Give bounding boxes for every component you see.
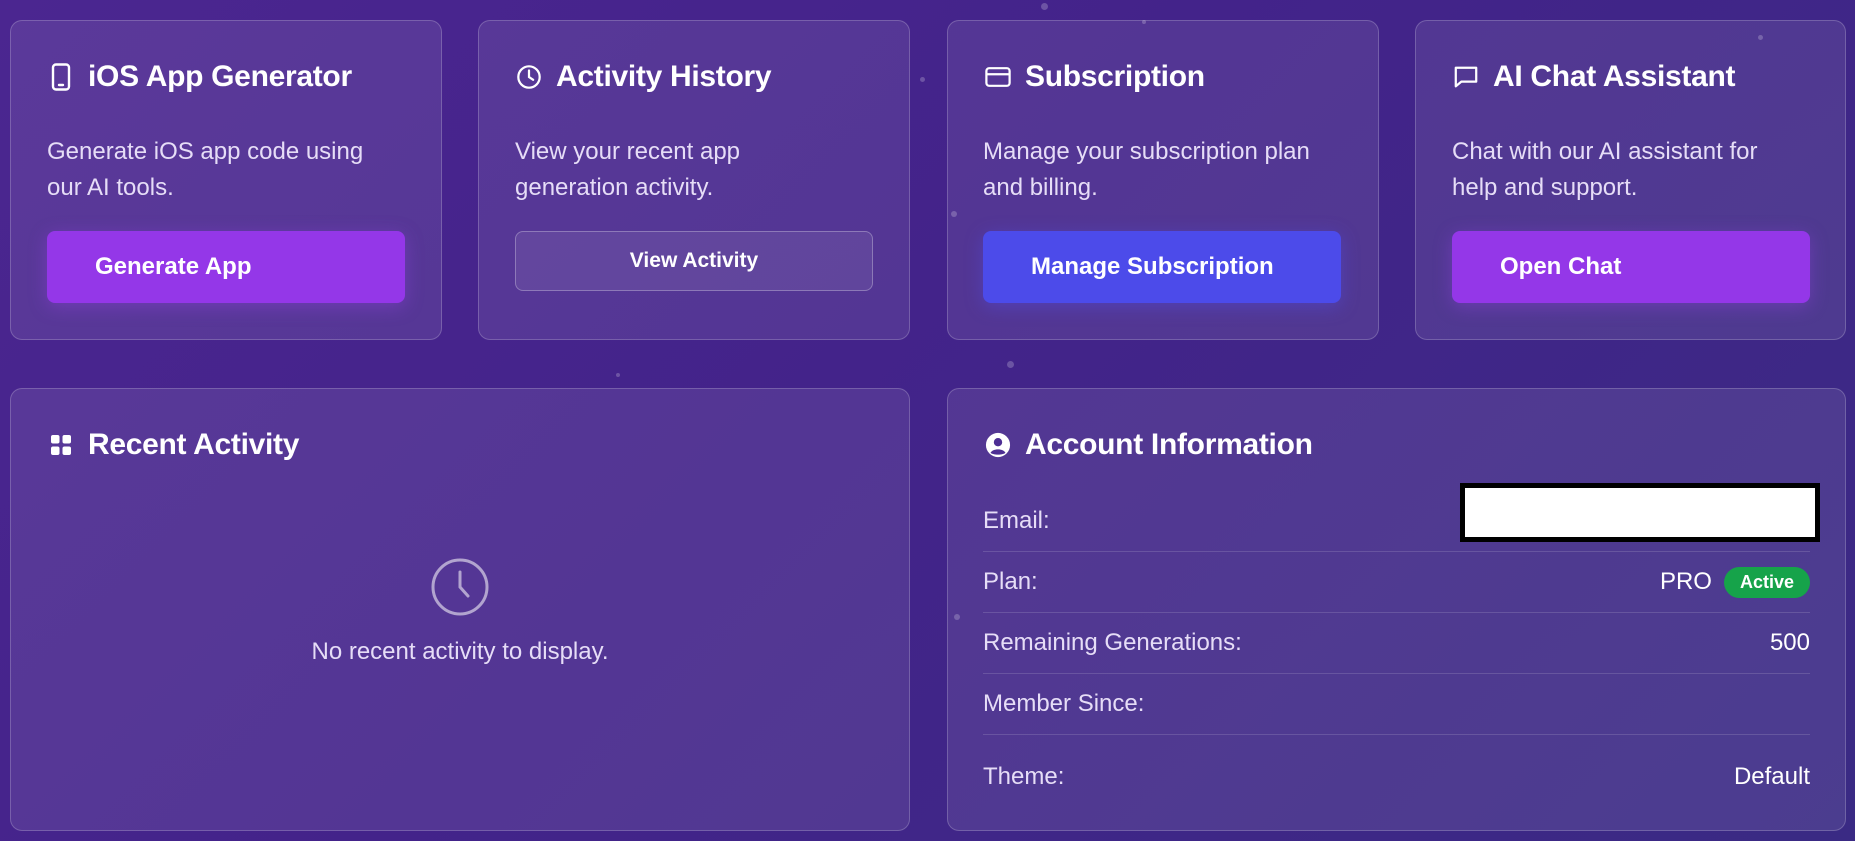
account-plan-row: Plan: PRO Active bbox=[983, 566, 1810, 598]
subscription-title: Subscription bbox=[985, 60, 1205, 94]
background-particle bbox=[1041, 3, 1048, 10]
credit-card-icon bbox=[985, 64, 1011, 90]
row-divider bbox=[983, 612, 1810, 613]
row-divider bbox=[983, 551, 1810, 552]
clock-icon bbox=[430, 557, 490, 622]
plan-value-group: PRO Active bbox=[1659, 566, 1810, 598]
background-particle bbox=[920, 77, 925, 82]
status-badge: Active bbox=[1723, 566, 1810, 598]
open-chat-button[interactable]: Open Chat bbox=[1452, 231, 1810, 303]
background-particle bbox=[1007, 361, 1014, 368]
member-since-label: Member Since: bbox=[983, 690, 1145, 717]
activity-history-description: View your recent app generation activity… bbox=[515, 138, 741, 201]
activity-history-title: Activity History bbox=[516, 60, 772, 94]
theme-value: Default bbox=[1733, 763, 1810, 790]
grid-icon bbox=[48, 432, 74, 458]
account-remaining-row: Remaining Generations: 500 bbox=[983, 627, 1810, 659]
ios-app-generator-description: Generate iOS app code using our AI tools… bbox=[47, 138, 364, 201]
background-particle bbox=[616, 373, 620, 377]
user-circle-icon bbox=[985, 432, 1011, 458]
clock-icon bbox=[516, 64, 542, 90]
card-title-text: AI Chat Assistant bbox=[1493, 60, 1736, 93]
remaining-generations-label: Remaining Generations: bbox=[983, 629, 1242, 656]
phone-icon bbox=[48, 63, 74, 91]
row-divider bbox=[983, 734, 1810, 735]
plan-label: Plan: bbox=[983, 568, 1038, 595]
ios-app-generator-title: iOS App Generator bbox=[48, 60, 352, 94]
card-title-text: Subscription bbox=[1025, 60, 1205, 93]
generate-app-button[interactable]: Generate App bbox=[47, 231, 405, 303]
card-title-text: Activity History bbox=[556, 60, 772, 93]
theme-label: Theme: bbox=[983, 763, 1065, 790]
account-information-title: Account Information bbox=[985, 428, 1313, 462]
subscription-description: Manage your subscription plan and billin… bbox=[983, 138, 1310, 201]
manage-subscription-button[interactable]: Manage Subscription bbox=[983, 231, 1341, 303]
panel-title-text: Recent Activity bbox=[88, 428, 300, 461]
ai-chat-assistant-title: AI Chat Assistant bbox=[1453, 60, 1735, 94]
empty-activity-message: No recent activity to display. bbox=[311, 638, 609, 665]
account-theme-row: Theme: Default bbox=[983, 761, 1810, 793]
account-member-since-row: Member Since: bbox=[983, 688, 1810, 720]
ai-chat-assistant-description: Chat with our AI assistant for help and … bbox=[1452, 138, 1758, 201]
row-divider bbox=[983, 673, 1810, 674]
plan-value: PRO bbox=[1659, 568, 1712, 595]
recent-activity-title: Recent Activity bbox=[48, 428, 299, 462]
view-activity-button[interactable]: View Activity bbox=[515, 231, 873, 291]
chat-bubble-icon bbox=[1453, 64, 1479, 90]
card-title-text: iOS App Generator bbox=[88, 60, 352, 93]
panel-title-text: Account Information bbox=[1025, 428, 1313, 461]
email-label: Email: bbox=[983, 507, 1050, 534]
remaining-generations-value: 500 bbox=[1769, 629, 1810, 656]
redacted-email-value bbox=[1460, 483, 1820, 542]
